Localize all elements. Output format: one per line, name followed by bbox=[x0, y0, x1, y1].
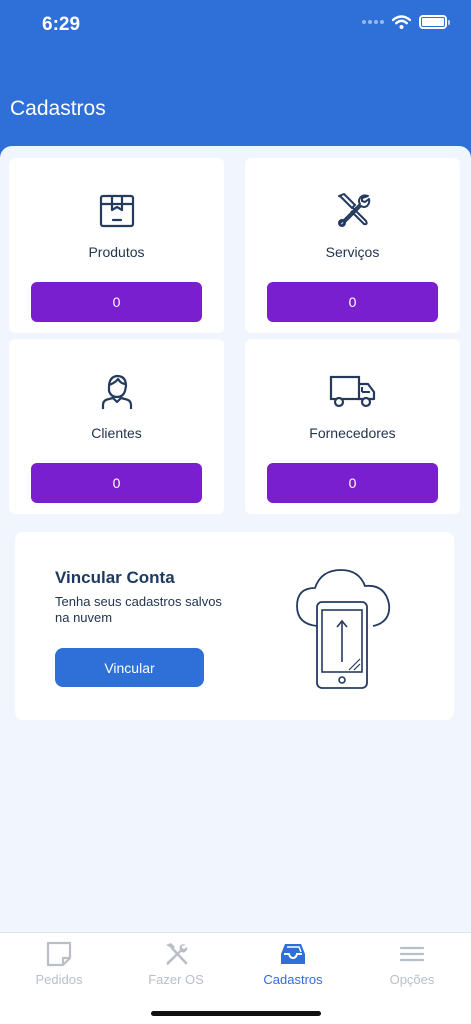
card-servicos[interactable]: Serviços 0 bbox=[245, 158, 460, 333]
inbox-icon bbox=[281, 944, 305, 964]
link-account-subtitle: Tenha seus cadastros salvos na nuvem bbox=[55, 594, 222, 625]
tools-icon bbox=[337, 193, 370, 227]
note-icon bbox=[46, 941, 72, 967]
cloud-phone-icon bbox=[296, 569, 391, 689]
tab-label: Opções bbox=[389, 972, 435, 987]
page-title: Cadastros bbox=[10, 97, 106, 120]
truck-icon bbox=[329, 375, 375, 408]
tab-opcoes[interactable]: Opções bbox=[353, 933, 471, 993]
app-header: 6:29 Cadastros bbox=[0, 0, 471, 158]
home-indicator[interactable] bbox=[151, 1011, 321, 1016]
card-clientes[interactable]: Clientes 0 bbox=[9, 339, 224, 514]
fornecedores-count-button[interactable]: 0 bbox=[267, 463, 438, 503]
card-label: Clientes bbox=[91, 425, 142, 441]
link-account-card: Vincular Conta Tenha seus cadastros salv… bbox=[15, 532, 454, 720]
status-bar: 6:29 bbox=[0, 0, 471, 50]
card-fornecedores[interactable]: Fornecedores 0 bbox=[245, 339, 460, 514]
status-icons bbox=[362, 15, 450, 29]
clientes-count-button[interactable]: 0 bbox=[31, 463, 202, 503]
card-label: Fornecedores bbox=[309, 425, 396, 441]
person-icon bbox=[101, 374, 132, 409]
link-account-button[interactable]: Vincular bbox=[55, 648, 204, 687]
tab-pedidos[interactable]: Pedidos bbox=[0, 933, 118, 993]
status-time: 6:29 bbox=[42, 14, 81, 35]
tab-label: Fazer OS bbox=[148, 972, 204, 987]
card-label: Produtos bbox=[88, 244, 145, 260]
tab-fazer-os[interactable]: Fazer OS bbox=[117, 933, 235, 993]
hammer-wrench-icon bbox=[166, 943, 188, 965]
card-label: Serviços bbox=[325, 244, 380, 260]
tab-label: Pedidos bbox=[35, 972, 83, 987]
servicos-count-button[interactable]: 0 bbox=[267, 282, 438, 322]
cellular-signal-icon bbox=[362, 20, 384, 24]
wifi-icon bbox=[392, 15, 411, 29]
menu-icon bbox=[399, 946, 425, 962]
card-produtos[interactable]: Produtos 0 bbox=[9, 158, 224, 333]
battery-icon bbox=[419, 15, 450, 29]
tab-label: Cadastros bbox=[263, 972, 323, 987]
produtos-count-button[interactable]: 0 bbox=[31, 282, 202, 322]
box-icon bbox=[99, 194, 134, 228]
main-content: Produtos 0 Serviços 0 Clientes 0 Fornece… bbox=[0, 146, 471, 932]
link-account-title: Vincular Conta bbox=[55, 568, 175, 587]
tab-cadastros[interactable]: Cadastros bbox=[234, 933, 352, 993]
